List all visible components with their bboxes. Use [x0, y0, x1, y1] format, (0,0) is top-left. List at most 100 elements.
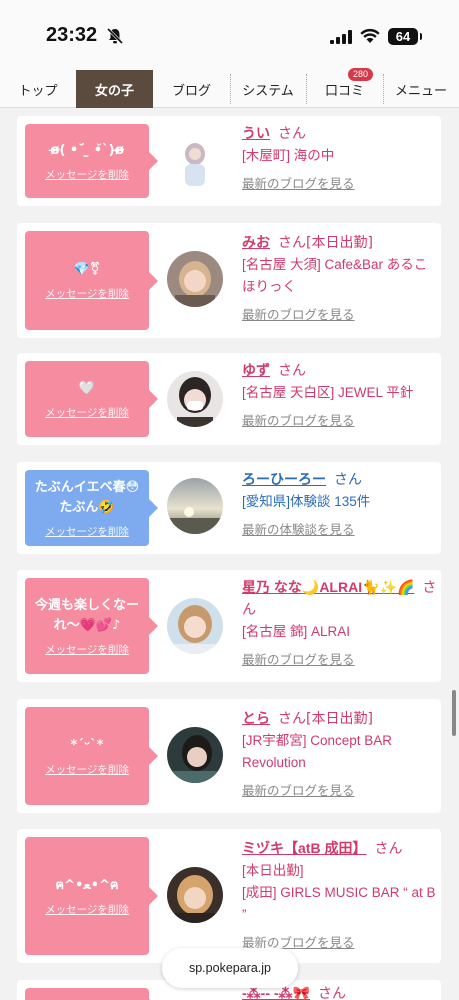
avatar[interactable] [167, 727, 223, 783]
reviewer-info: ろーひーろー さん [愛知県]体験談 135件 最新の体験談を見る [242, 468, 438, 538]
favorite-list: ɞ̴̶̷( •´̆ ̫ •̆`)ɞ̴̶̷ メッセージを削除 うい さん [木屋町]… [0, 110, 459, 1000]
message-text: *ˊᵕˋ* [70, 737, 104, 753]
avatar-image [167, 598, 223, 654]
delete-message-link[interactable]: メッセージを削除 [45, 524, 129, 539]
girl-name-link[interactable]: とら [242, 710, 270, 726]
latest-blog-link[interactable]: 最新のブログを見る [242, 780, 438, 799]
girl-info: 星乃 なな🌙ALRAI🐈✨🌈 さん [名古屋 錦] ALRAI 最新のブログを見る [242, 576, 438, 668]
list-item: *ˊᵕˋ* メッセージを削除 とら さん[本日出勤] [JR宇都宮] Concep… [17, 699, 441, 813]
girl-name-link[interactable]: うい [242, 125, 270, 141]
latest-blog-link[interactable]: 最新のブログを見る [242, 173, 438, 192]
avatar[interactable] [167, 478, 223, 534]
reviews-count-badge: 280 [347, 68, 373, 81]
honorific: さん [278, 711, 306, 727]
delete-message-link[interactable]: メッセージを削除 [45, 286, 129, 301]
avatar-image [167, 478, 223, 534]
avatar[interactable] [167, 598, 223, 654]
girl-name-link[interactable]: ゆず [242, 362, 270, 378]
girl-name-link[interactable]: みお [242, 234, 270, 250]
attendance-tag: [本日出勤] [242, 863, 304, 878]
url-bar[interactable]: sp.pokepara.jp [162, 948, 298, 988]
scrollbar[interactable] [452, 690, 456, 736]
message-bubble: たぶんイエベ春😳たぶん🤣 メッセージを削除 [25, 470, 158, 546]
latest-blog-link[interactable]: 最新のブログを見る [242, 304, 438, 323]
girl-info: ゆず さん [名古屋 天白区] JEWEL 平針 最新のブログを見る [242, 359, 438, 429]
status-bar: 23:32 64 [0, 0, 459, 70]
nav-blog[interactable]: ブログ [153, 70, 230, 108]
list-item: 今週も楽しくなーれ〜💗💕♪ メッセージを削除 星乃 なな🌙ALRAI🐈✨🌈 さん … [17, 570, 441, 682]
latest-blog-link[interactable]: 最新のブログを見る [242, 410, 438, 429]
nav-reviews-label: 口コミ [324, 82, 364, 98]
shop-name: [名古屋 錦] ALRAI [242, 624, 351, 639]
message-text: ɞ̴̶̷( •´̆ ̫ •̆`)ɞ̴̶̷ [49, 142, 125, 158]
message-text: 🤍 [78, 380, 96, 396]
nav-girls[interactable]: 女の子 [76, 70, 153, 108]
message-bubble: 今週も楽しくなーれ〜💗💕♪ メッセージを削除 [25, 578, 158, 674]
avatar-image [167, 371, 223, 427]
avatar-image [167, 251, 223, 307]
girl-info: とら さん[本日出勤] [JR宇都宮] Concept BAR Revolutio… [242, 707, 438, 799]
honorific: さん [278, 363, 306, 379]
honorific: さん [334, 472, 362, 488]
nav-blog-label: ブログ [171, 82, 211, 98]
message-bubble: 💎⚧ メッセージを削除 [25, 231, 158, 330]
list-item: 🤍 メッセージを削除 ゆず さん [名古屋 天白区] JEWEL 平針 最新のブロ… [17, 353, 441, 445]
message-bubble: 🤍 メッセージを削除 [25, 361, 158, 437]
avatar[interactable] [167, 251, 223, 307]
girl-name-link[interactable]: ミヅキ【atB 成田】 [242, 840, 366, 856]
girl-info: みお さん[本日出勤] [名古屋 大須] Cafe&Bar あるこほりっく 最新の… [242, 231, 438, 323]
shop-name: [名古屋 天白区] JEWEL 平針 [242, 385, 414, 400]
message-text: たぶんイエベ春😳たぶん🤣 [34, 479, 140, 515]
attendance-tag: [本日出勤] [306, 711, 373, 727]
message-bubble: ฅ^•ﻌ•^ฅ メッセージを削除 [25, 837, 158, 955]
delete-message-link[interactable]: メッセージを削除 [45, 405, 129, 420]
nav-top[interactable]: トップ [0, 70, 76, 108]
battery-indicator: 64 [388, 28, 422, 45]
message-text: ฅ^•ﻌ•^ฅ [55, 877, 119, 893]
message-bubble [25, 988, 158, 1000]
message-bubble: ɞ̴̶̷( •´̆ ̫ •̆`)ɞ̴̶̷ メッセージを削除 [25, 124, 158, 198]
avatar[interactable] [167, 867, 223, 923]
avatar-image [167, 727, 223, 783]
nav-system[interactable]: システム [230, 70, 306, 108]
girl-name-link[interactable]: 星乃 なな🌙ALRAI🐈✨🌈 [242, 579, 414, 595]
nav-system-label: システム [242, 82, 294, 98]
status-time: 23:32 [46, 24, 98, 46]
shop-name: [名古屋 大須] Cafe&Bar あるこほりっく [242, 257, 428, 294]
avatar[interactable] [167, 134, 223, 190]
nav-reviews[interactable]: 口コミ 280 [306, 68, 383, 108]
honorific: さん [278, 126, 306, 142]
bell-muted-icon [106, 27, 124, 45]
list-item: ฅ^•ﻌ•^ฅ メッセージを削除 ミヅキ【atB 成田】 さん [本日出勤] [成… [17, 829, 441, 963]
honorific: さん [374, 841, 403, 857]
nav-menu[interactable]: メニュー [383, 70, 459, 108]
avatar-image [167, 867, 223, 923]
delete-message-link[interactable]: メッセージを削除 [45, 902, 129, 917]
list-item: ɞ̴̶̷( •´̆ ̫ •̆`)ɞ̴̶̷ メッセージを削除 うい さん [木屋町]… [17, 116, 441, 206]
nav-girls-label: 女の子 [94, 82, 134, 98]
signal-icon [330, 30, 352, 44]
latest-blog-link[interactable]: 最新のブログを見る [242, 649, 438, 668]
honorific: さん [317, 986, 346, 1000]
reviewer-name-link[interactable]: ろーひーろー [242, 471, 326, 487]
delete-message-link[interactable]: メッセージを削除 [45, 642, 129, 657]
main-nav: トップ 女の子 ブログ システム 口コミ 280 メニュー [0, 68, 459, 108]
delete-message-link[interactable]: メッセージを削除 [45, 762, 129, 777]
shop-name: [木屋町] 海の中 [242, 148, 335, 163]
review-count: [愛知県]体験談 135件 [242, 494, 371, 509]
shop-name: [JR宇都宮] Concept BAR Revolution [242, 733, 393, 770]
nav-top-label: トップ [18, 82, 58, 98]
nav-menu-label: メニュー [394, 82, 447, 98]
list-item: 💎⚧ メッセージを削除 みお さん[本日出勤] [名古屋 大須] Cafe&Bar… [17, 223, 441, 338]
shop-name: [成田] GIRLS MUSIC BAR “ at B ” [242, 885, 436, 922]
latest-review-link[interactable]: 最新の体験談を見る [242, 519, 438, 538]
list-item: たぶんイエベ春😳たぶん🤣 メッセージを削除 ろーひーろー さん [愛知県]体験談 … [17, 462, 441, 554]
message-text: 今週も楽しくなーれ〜💗💕♪ [34, 597, 139, 633]
avatar[interactable] [167, 371, 223, 427]
girl-info: ミヅキ【atB 成田】 さん [本日出勤] [成田] GIRLS MUSIC BA… [242, 837, 438, 951]
honorific: さん [278, 235, 306, 251]
attendance-tag: [本日出勤] [306, 235, 373, 251]
delete-message-link[interactable]: メッセージを削除 [45, 167, 129, 182]
girl-info: うい さん [木屋町] 海の中 最新のブログを見る [242, 122, 438, 192]
message-text: 💎⚧ [73, 262, 101, 277]
